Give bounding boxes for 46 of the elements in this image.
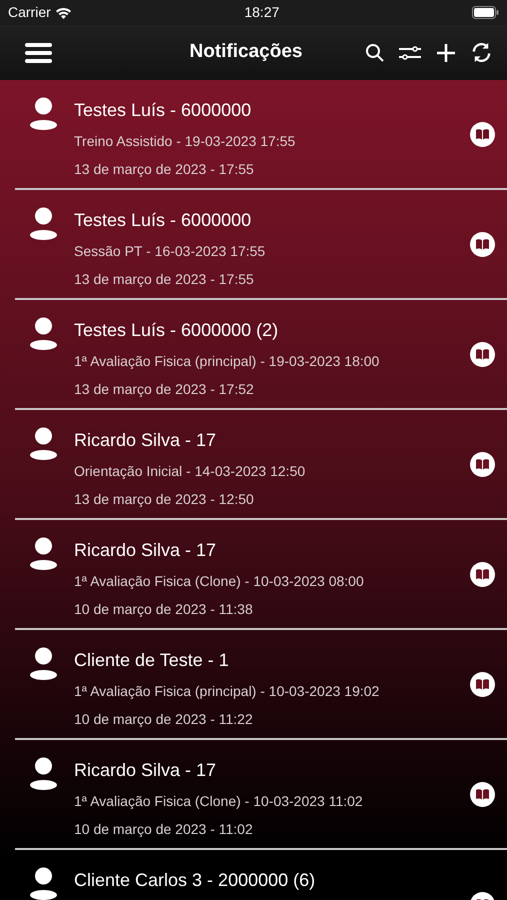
notification-title: Testes Luís - 6000000 (74, 101, 252, 119)
person-icon (30, 647, 57, 680)
notification-title: Ricardo Silva - 17 (74, 761, 218, 779)
notification-date: 10 de março de 2023 - 11:02 (74, 822, 254, 836)
notification-subtitle: Orientação Inicial - 14-03-2023 12:50 (74, 464, 306, 478)
notification-subtitle: 1ª Avaliação Fisica (principal) - 10-03-2023 19:02 (74, 684, 380, 698)
refresh-button[interactable] (470, 41, 493, 64)
menu-button[interactable] (25, 42, 52, 62)
notification-title: Ricardo Silva - 17 (74, 431, 218, 449)
clock-label: 18:27 (244, 3, 280, 22)
notification-title: Cliente Carlos 3 - 2000000 (6) (74, 871, 316, 889)
book-button[interactable] (470, 782, 495, 807)
person-icon (30, 867, 57, 900)
wifi-icon (54, 6, 72, 18)
book-button[interactable] (470, 452, 495, 477)
notification-date: 13 de março de 2023 - 17:55 (74, 272, 255, 286)
book-button[interactable] (470, 342, 495, 367)
notification-subtitle: 1ª Avaliação Fisica (Clone) - 10-03-2023 11:02 (74, 794, 364, 808)
notification-subtitle: Sessão PT - 16-03-2023 17:55 (74, 244, 266, 258)
person-icon (30, 537, 57, 570)
person-icon (30, 97, 57, 130)
person-icon (30, 757, 57, 790)
book-button[interactable] (470, 562, 495, 587)
search-button[interactable] (365, 43, 384, 62)
notification-date: 10 de março de 2023 - 11:38 (74, 602, 254, 616)
book-button[interactable] (470, 122, 495, 147)
book-button[interactable] (470, 232, 495, 257)
notification-date: 13 de março de 2023 - 17:52 (74, 382, 255, 396)
notification-subtitle: Treino Assistido - 19-03-2023 17:55 (74, 134, 296, 148)
carrier-label: Carrier (8, 3, 51, 22)
person-icon (30, 427, 57, 460)
notification-title: Testes Luís - 6000000 (74, 211, 252, 229)
book-button[interactable] (470, 672, 495, 697)
battery-icon (472, 6, 499, 19)
add-button[interactable] (436, 42, 456, 62)
notification-title: Cliente de Teste - 1 (74, 651, 230, 669)
notification-date: 13 de março de 2023 - 12:50 (74, 492, 255, 506)
notification-title: Testes Luís - 6000000 (2) (74, 321, 280, 339)
notification-subtitle: 1ª Avaliação Fisica (principal) - 19-03-2023 18:00 (74, 354, 380, 368)
notification-title: Ricardo Silva - 17 (74, 541, 218, 559)
screen-title: Notificações (190, 41, 302, 64)
person-icon (30, 317, 57, 350)
person-icon (30, 207, 57, 240)
notification-date: 13 de março de 2023 - 17:55 (74, 162, 255, 176)
notification-subtitle: 1ª Avaliação Fisica (Clone) - 10-03-2023 08:00 (74, 574, 365, 588)
notification-date: 10 de março de 2023 - 11:22 (74, 712, 254, 726)
